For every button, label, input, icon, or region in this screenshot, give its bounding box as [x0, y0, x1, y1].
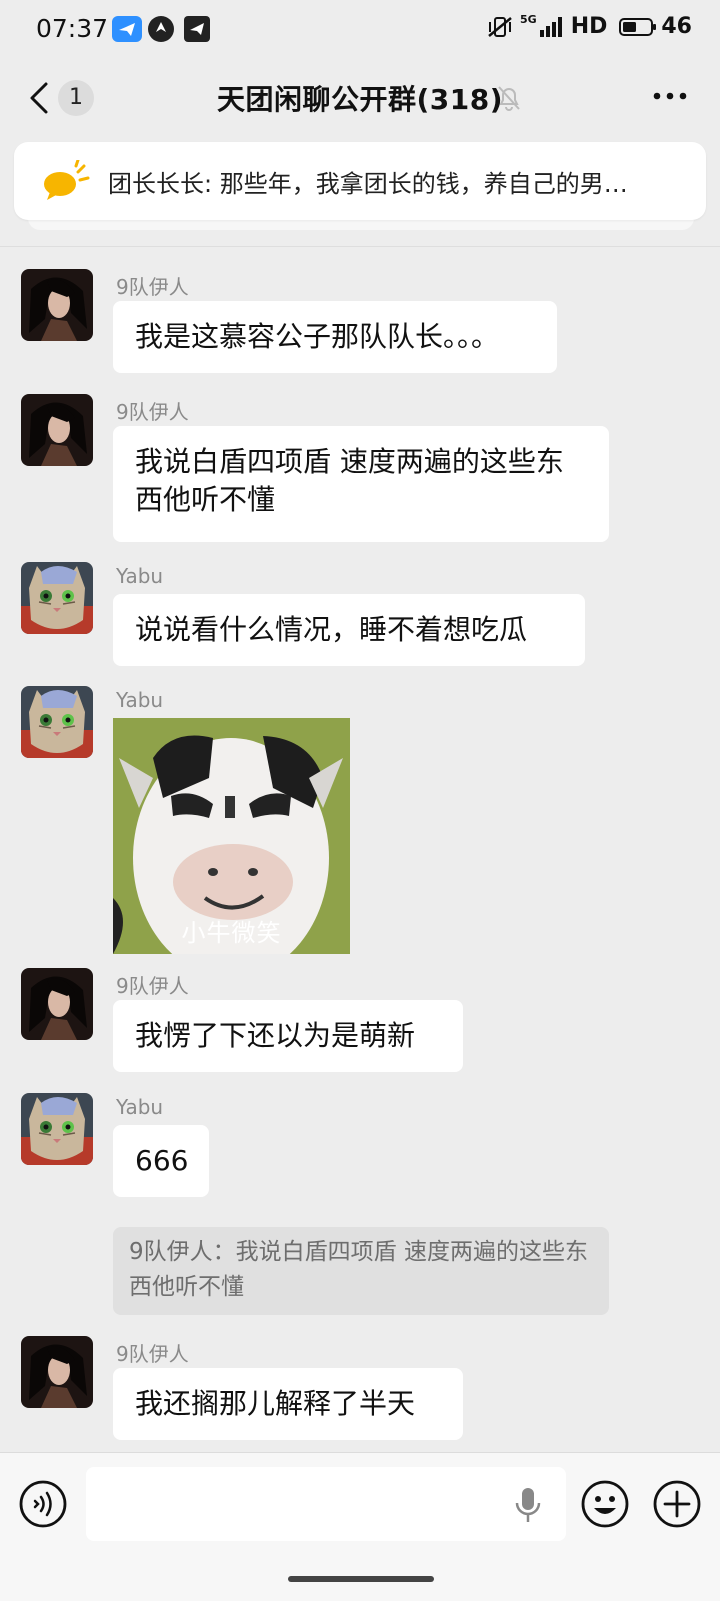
sender-name: Yabu	[116, 688, 164, 712]
announcement-icon	[44, 160, 90, 200]
quoted-message[interactable]: 9队伊人：我说白盾四项盾 速度两遍的这些东西他听不懂	[113, 1227, 609, 1315]
status-time: 07:37	[36, 14, 109, 43]
vibrate-mute-icon	[488, 16, 512, 37]
sender-name: Yabu	[116, 1095, 164, 1119]
avatar[interactable]	[21, 394, 93, 466]
home-indicator[interactable]	[288, 1576, 434, 1582]
status-indicators: 5G HD 46	[486, 13, 692, 39]
message-bubble[interactable]: 我说白盾四项盾 速度两遍的这些东西他听不懂	[113, 426, 609, 542]
sticker-image[interactable]: 小牛微笑	[113, 718, 350, 954]
emoji-button[interactable]	[580, 1479, 630, 1529]
avatar[interactable]	[21, 1336, 93, 1408]
message-bubble[interactable]: 我愣了下还以为是萌新	[113, 1000, 463, 1072]
sender-name: 9队伊人	[116, 1342, 189, 1366]
sender-name: 9队伊人	[116, 974, 189, 998]
hd-label: HD	[570, 14, 608, 39]
sender-name: Yabu	[116, 564, 164, 588]
telegram-icon	[112, 16, 142, 42]
notice-text: 团长长长: 那些年，我拿团长的钱，养自己的男…	[108, 170, 628, 198]
chat-header: 1 天团闲聊公开群(318)	[0, 60, 720, 140]
more-functions-button[interactable]	[652, 1479, 702, 1529]
message-bubble[interactable]: 我还搁那儿解释了半天	[113, 1368, 463, 1440]
group-notice[interactable]: 团长长长: 那些年，我拿团长的钱，养自己的男…	[14, 142, 706, 220]
network-label: 5G	[520, 13, 537, 26]
sender-name: 9队伊人	[116, 400, 189, 424]
divider	[0, 246, 720, 247]
vpn-icon	[148, 16, 174, 42]
message-bubble[interactable]: 我是这慕容公子那队队长。。。	[113, 301, 557, 373]
avatar[interactable]	[21, 562, 93, 634]
chat-title[interactable]: 天团闲聊公开群(318)	[0, 78, 720, 118]
microphone-icon[interactable]	[512, 1485, 544, 1525]
status-bar: 07:37 5G HD 46	[0, 0, 720, 60]
voice-input-button[interactable]	[18, 1479, 68, 1529]
avatar[interactable]	[21, 686, 93, 758]
signal-icon	[539, 16, 562, 37]
muted-bell-icon	[498, 86, 520, 111]
avatar[interactable]	[21, 269, 93, 341]
message-bubble[interactable]: 666	[113, 1125, 209, 1197]
more-options-icon[interactable]	[652, 90, 688, 102]
message-bubble[interactable]: 说说看什么情况，睡不着想吃瓜	[113, 594, 585, 666]
avatar[interactable]	[21, 968, 93, 1040]
avatar[interactable]	[21, 1093, 93, 1165]
battery-level: 46	[661, 14, 692, 39]
sender-name: 9队伊人	[116, 275, 189, 299]
message-input[interactable]	[86, 1467, 566, 1541]
telegram-alt-icon	[184, 16, 210, 42]
sticker-caption: 小牛微笑	[181, 919, 282, 947]
battery-icon	[619, 17, 657, 36]
